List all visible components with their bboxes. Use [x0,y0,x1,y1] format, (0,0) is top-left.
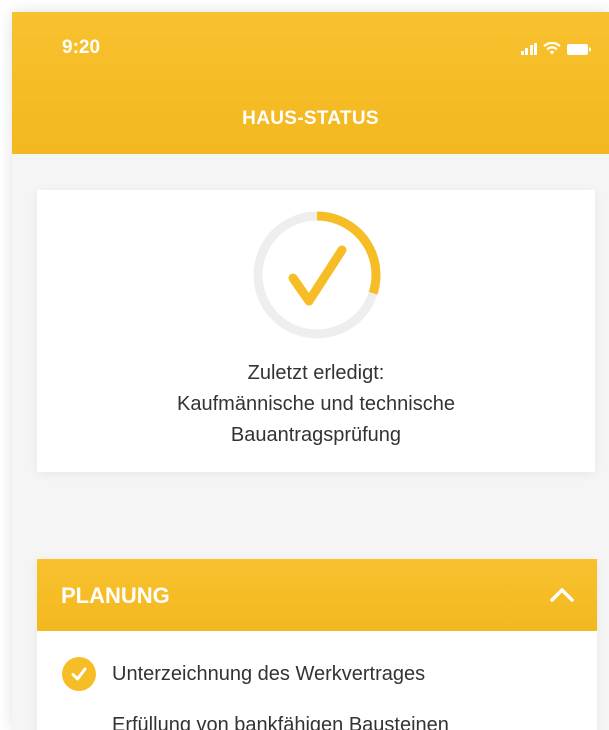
progress-ring [253,211,381,339]
chevron-up-icon[interactable] [549,585,575,605]
page-title: HAUS-STATUS [242,108,379,129]
task-label: Unterzeichnung des Werkvertrages [112,662,426,685]
page: 9:20 HAUS-STATUS Zuletzt erledigt: Kaufm… [0,0,609,730]
last-completed-task-line2: Bauantragsprüfung [230,424,402,446]
battery-icon [567,44,591,55]
task-label-next: Erfüllung von bankfähigen Bausteinen [112,714,449,730]
section-header[interactable]: PLANUNG [37,559,597,631]
wifi-icon [543,42,561,55]
task-item[interactable]: Unterzeichnung des Werkvertrages [62,656,425,692]
phone-screen: 9:20 HAUS-STATUS Zuletzt erledigt: Kaufm… [12,12,609,730]
status-time: 9:20 [62,37,101,58]
check-icon [288,245,347,306]
section-planung: PLANUNG Unterzeichnung des Werkvertrages… [37,559,597,730]
check-icon [62,657,96,691]
section-title: PLANUNG [61,583,170,608]
app-header: 9:20 HAUS-STATUS [12,12,609,154]
signal-icon [520,43,537,55]
last-completed-label: Zuletzt erledigt: [247,362,385,384]
last-completed-task-line1: Kaufmännische und technische [177,393,455,415]
status-card: Zuletzt erledigt: Kaufmännische und tech… [37,190,595,472]
last-completed-text: Zuletzt erledigt: Kaufmännische und tech… [37,358,595,451]
status-icons [520,41,591,55]
